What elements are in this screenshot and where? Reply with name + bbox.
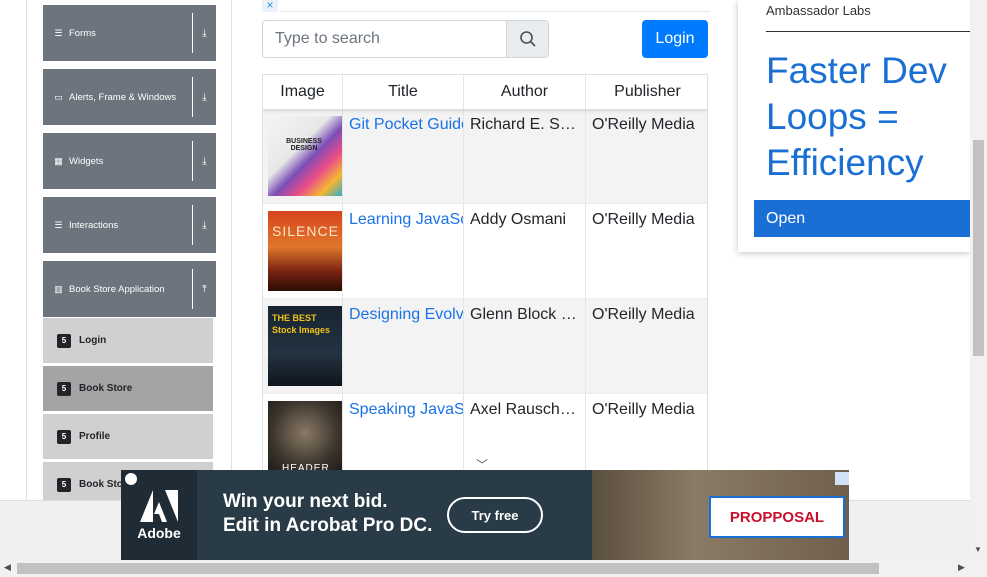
- column-header-title[interactable]: Title: [343, 75, 464, 109]
- book-title-link[interactable]: Speaking JavaScript: [343, 394, 464, 473]
- side-advertisement[interactable]: Ambassador Labs Faster Dev Loops = Effic…: [738, 0, 970, 252]
- sidebar-group-bookstore[interactable]: ▥ Book Store Application ⤒: [43, 261, 216, 317]
- html5-icon: 5: [57, 477, 71, 492]
- horizontal-scrollbar[interactable]: ◀ ▶: [0, 560, 987, 577]
- sidebar-group-widgets[interactable]: ▦ Widgets ⤓: [43, 133, 216, 189]
- bottom-advertisement[interactable]: Adobe Win your next bid. Edit in Acrobat…: [121, 470, 849, 560]
- search-input[interactable]: [263, 21, 506, 57]
- search-wrapper: [262, 20, 549, 58]
- book-author: Addy Osmani: [464, 204, 586, 298]
- column-header-image[interactable]: Image: [263, 75, 343, 109]
- close-icon[interactable]: ×: [262, 0, 278, 12]
- vertical-scrollbar[interactable]: ▼: [970, 0, 987, 560]
- grid-icon: ▦: [54, 155, 63, 166]
- list-icon: ☰: [54, 219, 63, 230]
- book-cover-image: THE BEST Stock Images: [268, 306, 342, 386]
- adobe-brand-label: Adobe: [137, 525, 181, 541]
- scrollbar-thumb[interactable]: [973, 140, 984, 356]
- chevron-down-icon[interactable]: ⤓: [192, 77, 216, 117]
- library-icon: ▥: [54, 283, 63, 294]
- book-title-link[interactable]: Git Pocket Guide: [343, 109, 464, 203]
- sidebar-group-interactions[interactable]: ☰ Interactions ⤓: [43, 197, 216, 253]
- search-icon: [519, 31, 536, 47]
- sidebar-item-login[interactable]: 5 Login: [43, 318, 213, 364]
- sidebar-item-book-store[interactable]: 5 Book Store: [43, 366, 213, 412]
- html5-icon: 5: [57, 333, 71, 348]
- html5-icon: 5: [57, 429, 71, 444]
- scrollbar-thumb[interactable]: [17, 563, 879, 574]
- chevron-down-icon[interactable]: ⤓: [192, 13, 216, 53]
- chevron-up-icon[interactable]: ⤒: [192, 269, 216, 309]
- book-author: Glenn Block et al.: [464, 299, 586, 393]
- book-publisher: O'Reilly Media: [592, 306, 695, 323]
- ad-brand: Ambassador Labs: [766, 3, 871, 18]
- sidebar: ☰ Forms ⤓ ▭ Alerts, Frame & Windows ⤓ ▦ …: [26, 0, 232, 508]
- column-header-publisher[interactable]: Publisher: [586, 75, 707, 109]
- divider: [766, 31, 970, 32]
- adobe-logo-icon: [140, 490, 178, 522]
- cover-cell: HEADER: [263, 394, 343, 473]
- search-button[interactable]: [506, 21, 548, 57]
- book-cover-image: HEADER: [268, 401, 342, 473]
- cover-cell: BUSINESS DESIGN: [263, 109, 343, 203]
- adchoices-icon[interactable]: [835, 472, 849, 485]
- table-row: SILENCE Learning JavaScript Design Patte…: [263, 204, 707, 299]
- divider: [280, 11, 710, 12]
- sidebar-item-profile[interactable]: 5 Profile: [43, 414, 213, 460]
- list-icon: ☰: [54, 27, 63, 38]
- scroll-left-arrow-icon[interactable]: ◀: [4, 562, 11, 573]
- try-free-button[interactable]: Try free: [447, 497, 543, 533]
- sidebar-group-alerts[interactable]: ▭ Alerts, Frame & Windows ⤓: [43, 69, 216, 125]
- ad-copy: Win your next bid. Edit in Acrobat Pro D…: [223, 491, 433, 536]
- proposal-callout: PROPPOSAL: [709, 496, 845, 538]
- login-button[interactable]: Login: [642, 20, 708, 58]
- book-author: Richard E. Silverman: [464, 109, 586, 203]
- chevron-down-icon[interactable]: ⤓: [192, 205, 216, 245]
- ad-shield-icon[interactable]: [125, 473, 137, 485]
- cover-cell: THE BEST Stock Images: [263, 299, 343, 393]
- book-title-link[interactable]: Designing Evolvable Web APIs with ASP.NE…: [343, 299, 464, 393]
- book-cover-image: SILENCE: [268, 211, 342, 291]
- table-header: Image Title Author Publisher: [263, 75, 707, 109]
- book-publisher: O'Reilly Media: [592, 211, 695, 228]
- books-table: Image Title Author Publisher BUSINESS DE…: [262, 74, 708, 474]
- ad-open-button[interactable]: Open: [754, 200, 970, 237]
- column-header-author[interactable]: Author: [464, 75, 586, 109]
- chevron-down-icon[interactable]: ⤓: [192, 141, 216, 181]
- table-row: BUSINESS DESIGN Git Pocket Guide Richard…: [263, 109, 707, 204]
- book-title-link[interactable]: Learning JavaScript Design Patterns: [343, 204, 464, 298]
- scroll-down-arrow-icon[interactable]: ▼: [974, 545, 982, 554]
- table-row: THE BEST Stock Images Designing Evolvabl…: [263, 299, 707, 394]
- scroll-right-arrow-icon[interactable]: ▶: [958, 562, 965, 573]
- book-publisher: O'Reilly Media: [592, 116, 695, 133]
- book-publisher: O'Reilly Media: [592, 401, 695, 418]
- ad-headline: Faster Dev Loops = Efficiency: [766, 50, 947, 183]
- cover-cell: SILENCE: [263, 204, 343, 298]
- window-icon: ▭: [54, 91, 63, 102]
- book-cover-image: BUSINESS DESIGN: [268, 116, 342, 196]
- html5-icon: 5: [57, 381, 71, 396]
- sidebar-group-forms[interactable]: ☰ Forms ⤓: [43, 5, 216, 61]
